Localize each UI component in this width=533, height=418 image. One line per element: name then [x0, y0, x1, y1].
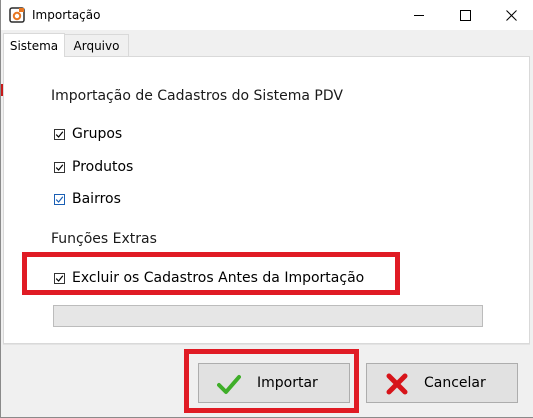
tab-panel-sistema: Importação de Cadastros do Sistema PDV G… — [3, 56, 530, 344]
close-button[interactable] — [488, 0, 533, 30]
checkbox-icon — [54, 128, 65, 140]
checkbox-grupos-label: Grupos — [72, 126, 123, 142]
tab-sistema-label: Sistema — [9, 38, 59, 53]
tab-arquivo-label: Arquivo — [73, 38, 120, 53]
import-progress-bar — [53, 305, 483, 327]
tab-arquivo[interactable]: Arquivo — [65, 34, 129, 56]
highlight-box-importar — [184, 349, 359, 413]
checkbox-produtos[interactable]: Produtos — [54, 158, 133, 176]
button-area-divider — [3, 344, 530, 345]
close-icon — [505, 9, 517, 21]
title-bar[interactable]: Importação — [1, 0, 533, 30]
import-section-title: Importação de Cadastros do Sistema PDV — [51, 88, 343, 104]
checkbox-grupos[interactable]: Grupos — [54, 125, 122, 143]
extras-section-title: Funções Extras — [51, 231, 157, 247]
cancel-button-label: Cancelar — [424, 375, 486, 391]
checkbox-produtos-label: Produtos — [72, 159, 134, 175]
maximize-button[interactable] — [442, 0, 488, 30]
highlight-box-excluir — [22, 252, 400, 295]
cancel-button[interactable]: Cancelar — [366, 363, 518, 403]
minimize-icon — [414, 14, 424, 16]
minimize-button[interactable] — [396, 0, 442, 30]
checkbox-bairros[interactable]: Bairros — [54, 190, 121, 208]
cancel-x-icon — [385, 372, 409, 396]
window-title: Importação — [32, 8, 101, 22]
app-icon — [9, 7, 25, 23]
checkbox-icon — [54, 193, 65, 205]
checkbox-bairros-label: Bairros — [72, 191, 121, 207]
checkbox-icon — [54, 161, 65, 173]
tab-sistema[interactable]: Sistema — [3, 33, 65, 57]
import-dialog-window: Importação Sistema Arquivo Importação de… — [0, 0, 533, 418]
maximize-icon — [459, 9, 471, 21]
